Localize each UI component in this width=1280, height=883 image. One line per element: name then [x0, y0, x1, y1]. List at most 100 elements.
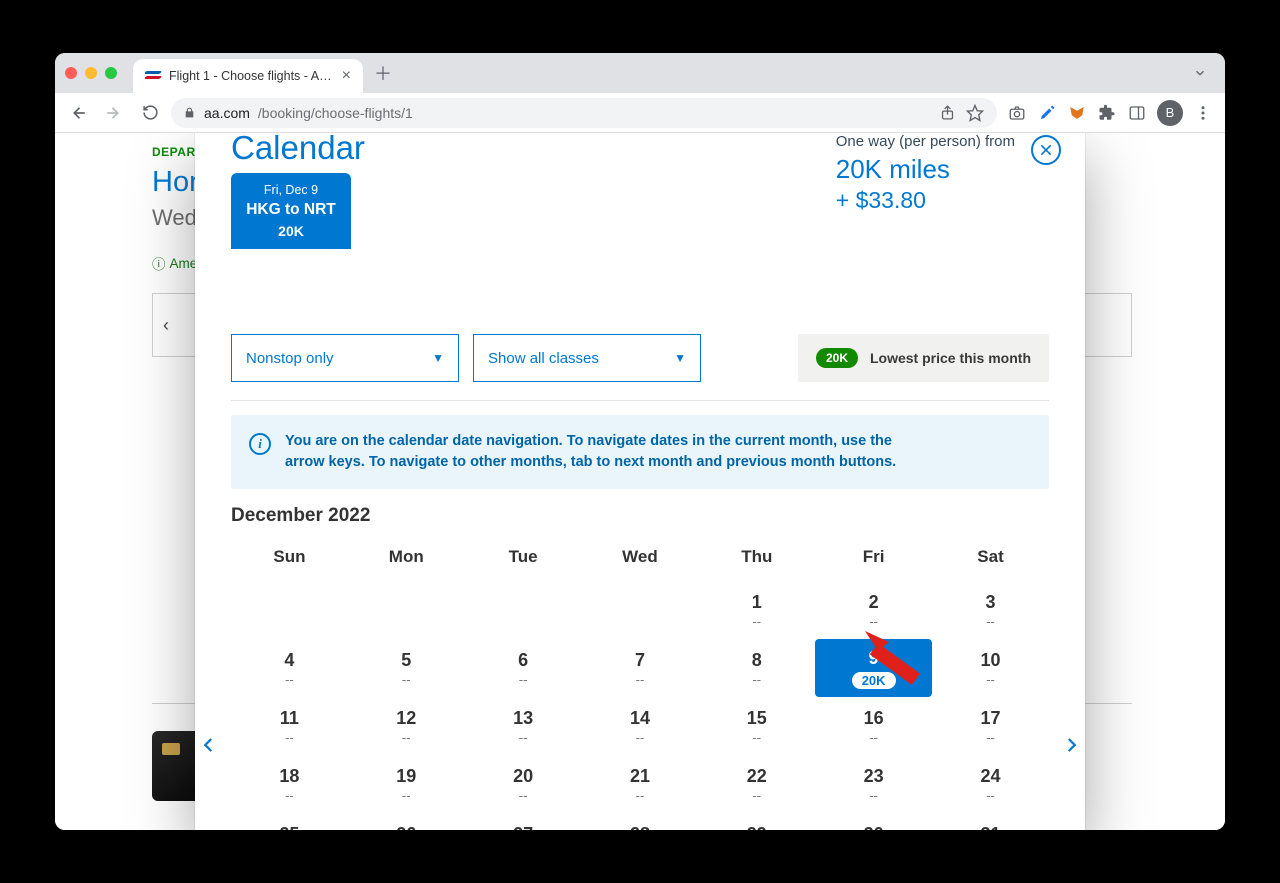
segment-route: HKG to NRT [239, 201, 343, 219]
day-number: 11 [280, 708, 299, 729]
calendar-day[interactable]: 26-- [348, 813, 465, 830]
address-bar[interactable]: aa.com/booking/choose-flights/1 [171, 98, 997, 128]
calendar-day[interactable]: 20-- [465, 755, 582, 813]
segment-card[interactable]: Fri, Dec 9 HKG to NRT 20K [231, 173, 351, 249]
modal-close-button[interactable] [1031, 135, 1061, 165]
day-number: 23 [864, 766, 884, 787]
day-number: 8 [752, 650, 762, 671]
metamask-extension-icon[interactable] [1067, 103, 1087, 123]
nav-forward-button[interactable] [99, 98, 129, 128]
extension-icons: B [1003, 100, 1217, 126]
calendar-day[interactable]: 11-- [231, 697, 348, 755]
modal-header: Calendar One way (per person) from 20K m… [231, 133, 1049, 214]
day-price: -- [869, 730, 878, 745]
calendar-modal: Calendar One way (per person) from 20K m… [195, 133, 1085, 830]
day-number: 28 [630, 824, 650, 830]
lowest-price-badge: 20K [816, 348, 858, 368]
url-host: aa.com [204, 105, 250, 121]
window-maximize-button[interactable] [105, 67, 117, 79]
extensions-puzzle-icon[interactable] [1097, 103, 1117, 123]
calendar-day[interactable]: 8-- [698, 639, 815, 697]
day-price: -- [519, 672, 528, 687]
nav-back-button[interactable] [63, 98, 93, 128]
day-price: -- [986, 672, 995, 687]
calendar-day[interactable]: 14-- [582, 697, 699, 755]
browser-toolbar: aa.com/booking/choose-flights/1 [55, 93, 1225, 133]
day-number: 12 [396, 708, 416, 729]
calendar-day[interactable]: 920K [815, 639, 932, 697]
day-number: 10 [981, 650, 1001, 671]
calendar-day[interactable]: 7-- [582, 639, 699, 697]
bookmark-star-icon[interactable] [965, 103, 985, 123]
calendar-day[interactable]: 4-- [231, 639, 348, 697]
calendar-day[interactable]: 21-- [582, 755, 699, 813]
day-price: -- [986, 730, 995, 745]
share-icon[interactable] [937, 103, 957, 123]
prev-month-button[interactable] [191, 727, 227, 763]
camera-extension-icon[interactable] [1007, 103, 1027, 123]
next-month-button[interactable] [1053, 727, 1089, 763]
calendar-day[interactable]: 23-- [815, 755, 932, 813]
nav-reload-button[interactable] [135, 98, 165, 128]
day-price: -- [986, 788, 995, 803]
window-close-button[interactable] [65, 67, 77, 79]
day-number: 4 [284, 650, 294, 671]
aa-favicon [145, 68, 161, 84]
chrome-menu-icon[interactable] [1193, 103, 1213, 123]
calendar-day[interactable]: 5-- [348, 639, 465, 697]
calendar-filters: Nonstop only ▼ Show all classes ▼ 20K Lo… [231, 334, 1049, 382]
calendar-grid: SunMonTueWedThuFriSat 1--2--3--4--5--6--… [231, 537, 1049, 830]
window-minimize-button[interactable] [85, 67, 97, 79]
page-content: DEPART Hon Wed ⓘ Ame ‹ Calendar One way … [55, 133, 1225, 830]
day-number: 24 [981, 766, 1001, 787]
calendar-day[interactable]: 24-- [932, 755, 1049, 813]
paint-extension-icon[interactable] [1037, 103, 1057, 123]
caret-down-icon: ▼ [674, 351, 686, 365]
calendar-day[interactable]: 31-- [932, 813, 1049, 830]
calendar-day[interactable]: 13-- [465, 697, 582, 755]
calendar-month-label: December 2022 [231, 505, 1049, 527]
new-tab-button[interactable]: ＋ [369, 59, 397, 87]
calendar-day[interactable]: 1-- [698, 581, 815, 639]
modal-title: Calendar [231, 133, 365, 167]
stops-select-label: Nonstop only [246, 350, 334, 367]
calendar-day[interactable]: 10-- [932, 639, 1049, 697]
lock-icon [183, 106, 196, 119]
day-number: 30 [864, 824, 884, 830]
calendar-day[interactable]: 17-- [932, 697, 1049, 755]
stops-select[interactable]: Nonstop only ▼ [231, 334, 459, 382]
calendar-day[interactable]: 6-- [465, 639, 582, 697]
day-price: -- [869, 614, 878, 629]
day-price: -- [636, 730, 645, 745]
browser-tab[interactable]: Flight 1 - Choose flights - Ame × [133, 59, 363, 93]
class-select[interactable]: Show all classes ▼ [473, 334, 701, 382]
day-number: 1 [752, 592, 762, 613]
calendar-day[interactable]: 25-- [231, 813, 348, 830]
calendar-day[interactable]: 30-- [815, 813, 932, 830]
calendar-day[interactable]: 29-- [698, 813, 815, 830]
tab-close-button[interactable]: × [342, 68, 351, 84]
day-number: 2 [869, 592, 879, 613]
day-number: 21 [630, 766, 650, 787]
calendar-day[interactable]: 12-- [348, 697, 465, 755]
tabs-dropdown-button[interactable] [1185, 62, 1215, 84]
window-controls [65, 67, 117, 79]
calendar-day[interactable]: 15-- [698, 697, 815, 755]
side-panel-icon[interactable] [1127, 103, 1147, 123]
day-number: 14 [630, 708, 650, 729]
segment-miles: 20K [239, 223, 343, 239]
calendar-day[interactable]: 27-- [465, 813, 582, 830]
calendar-day[interactable]: 28-- [582, 813, 699, 830]
calendar-day[interactable]: 22-- [698, 755, 815, 813]
calendar-day[interactable]: 3-- [932, 581, 1049, 639]
class-select-label: Show all classes [488, 350, 599, 367]
calendar-day[interactable]: 16-- [815, 697, 932, 755]
calendar-day[interactable]: 2-- [815, 581, 932, 639]
calendar-day[interactable]: 19-- [348, 755, 465, 813]
price-label: One way (per person) from [836, 133, 1015, 150]
weekday-header: Sat [932, 537, 1049, 581]
browser-window: Flight 1 - Choose flights - Ame × ＋ aa.c… [55, 53, 1225, 830]
profile-avatar[interactable]: B [1157, 100, 1183, 126]
calendar-day[interactable]: 18-- [231, 755, 348, 813]
day-price: -- [285, 672, 294, 687]
